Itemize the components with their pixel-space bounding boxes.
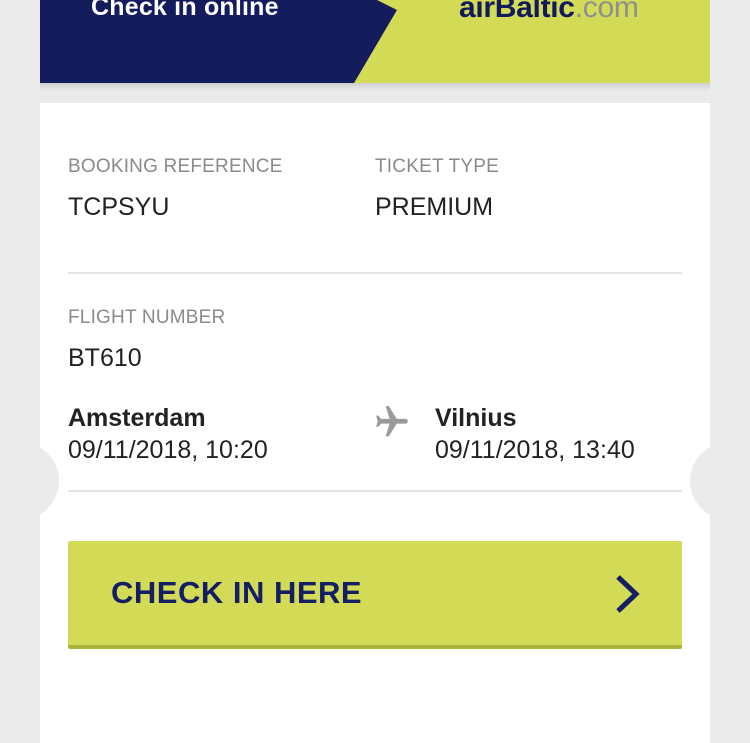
check-in-button-label: CHECK IN HERE xyxy=(111,575,363,610)
divider xyxy=(68,272,682,274)
header-title: Check in online xyxy=(91,0,279,21)
departure-city: Amsterdam xyxy=(68,404,206,432)
departure-datetime: 09/11/2018, 10:20 xyxy=(68,436,268,464)
booking-reference-label: BOOKING REFERENCE xyxy=(68,156,283,177)
flight-number-label: FLIGHT NUMBER xyxy=(68,307,226,328)
ticket-type-label: TICKET TYPE xyxy=(375,156,499,177)
arrival-city: Vilnius xyxy=(435,404,517,432)
plane-icon xyxy=(376,406,408,437)
airbaltic-logo: airBaltic.com xyxy=(459,0,639,25)
flight-number-value: BT610 xyxy=(68,344,142,372)
logo-domain: .com xyxy=(574,0,639,24)
header-shadow xyxy=(40,83,710,91)
divider xyxy=(68,490,682,492)
logo-brand: airBaltic xyxy=(459,0,575,24)
ticket-type-value: PREMIUM xyxy=(375,193,494,221)
check-in-button[interactable]: CHECK IN HERE xyxy=(68,541,682,649)
chevron-right-icon xyxy=(616,575,640,613)
header-banner: Check in online airBaltic.com xyxy=(40,0,710,83)
arrival-datetime: 09/11/2018, 13:40 xyxy=(435,436,635,464)
booking-reference-value: TCPSYU xyxy=(68,193,170,221)
